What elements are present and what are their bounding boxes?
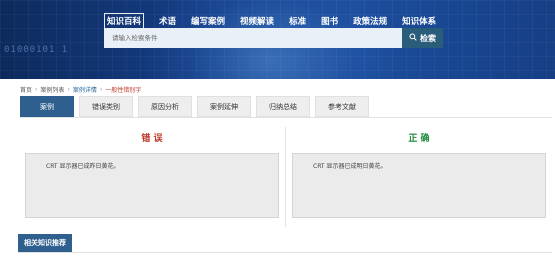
nav-item-standards[interactable]: 标准 xyxy=(289,13,306,29)
breadcrumb-separator: › xyxy=(67,86,70,93)
banner-binary-decoration: 01000101 1 xyxy=(4,45,69,55)
nav-item-knowledge-encyclopedia[interactable]: 知识百科 xyxy=(104,13,145,29)
tab-references[interactable]: 参考文献 xyxy=(315,96,369,117)
breadcrumb: 首页 › 案例列表 › 案例详情 › 一般性错别字 xyxy=(20,85,141,94)
panel-divider xyxy=(285,127,286,227)
search-icon xyxy=(409,33,417,43)
nav-item-write-cases[interactable]: 编写案例 xyxy=(191,13,225,29)
main-nav: 知识百科 术语 编写案例 视频解读 标准 图书 政策法规 知识体系 xyxy=(104,13,451,29)
nav-item-books[interactable]: 图书 xyxy=(321,13,338,29)
tab-case[interactable]: 案例 xyxy=(20,96,74,117)
wrong-title: 错 误 xyxy=(141,134,163,144)
breadcrumb-separator: › xyxy=(35,86,38,93)
nav-item-terms[interactable]: 术语 xyxy=(159,13,176,29)
wrong-example-text: CRT 显示器已成昨日黄花。 xyxy=(46,163,120,170)
nav-item-video[interactable]: 视频解读 xyxy=(240,13,274,29)
right-panel: 正 确 CRT 显示器已成明日黄花。 xyxy=(292,133,546,218)
wrong-example-box: CRT 显示器已成昨日黄花。 xyxy=(25,153,279,218)
tab-cause-analysis[interactable]: 原因分析 xyxy=(138,96,192,117)
search-button[interactable]: 检索 xyxy=(402,28,443,48)
search-bar: 检索 xyxy=(104,28,443,48)
search-button-label: 检索 xyxy=(420,33,436,43)
right-example-text: CRT 显示器已成明日黄花。 xyxy=(313,163,387,170)
tabs-underline xyxy=(20,117,552,118)
case-tabs: 案例 错误类别 原因分析 案例延伸 归纳总结 参考文献 xyxy=(20,96,369,117)
tab-case-extension[interactable]: 案例延伸 xyxy=(197,96,251,117)
breadcrumb-separator: › xyxy=(99,86,103,93)
nav-item-knowledge-system[interactable]: 知识体系 xyxy=(402,13,436,29)
breadcrumb-home[interactable]: 首页 xyxy=(20,85,32,94)
nav-item-policies[interactable]: 政策法规 xyxy=(353,13,387,29)
right-title: 正 确 xyxy=(408,134,430,144)
breadcrumb-current: 一般性错别字 xyxy=(105,87,142,94)
breadcrumb-case-detail[interactable]: 案例详情 xyxy=(73,85,97,94)
breadcrumb-case-list[interactable]: 案例列表 xyxy=(40,85,64,94)
related-knowledge-button[interactable]: 相关知识推荐 xyxy=(18,234,72,252)
wrong-panel: 错 误 CRT 显示器已成昨日黄花。 xyxy=(25,133,279,218)
right-example-box: CRT 显示器已成明日黄花。 xyxy=(292,153,546,218)
header-banner: 01000101 1 知识百科 术语 编写案例 视频解读 标准 图书 政策法规 … xyxy=(0,0,555,79)
related-underline xyxy=(18,252,552,253)
search-input[interactable] xyxy=(104,28,402,48)
tab-summary[interactable]: 归纳总结 xyxy=(256,96,310,117)
tab-error-category[interactable]: 错误类别 xyxy=(79,96,133,117)
